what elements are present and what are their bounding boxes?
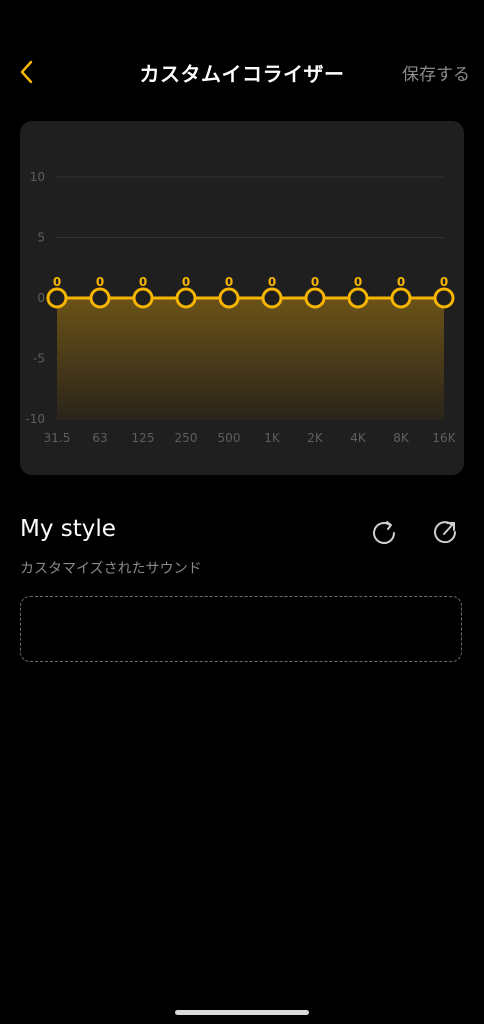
band-value-label: 0 xyxy=(440,275,448,289)
save-button[interactable]: 保存する xyxy=(402,60,470,85)
y-tick-label: 5 xyxy=(37,231,45,245)
equalizer-chart-svg: 1050-5-100 0 0 0 0 0 0 0 0 031.5 63 125 250 500 1K 2K 4K… xyxy=(25,170,456,445)
band-handle xyxy=(46,287,68,309)
equalizer-area xyxy=(57,298,444,419)
reset-button[interactable] xyxy=(370,518,400,548)
band-handle xyxy=(89,287,111,309)
y-tick-label: -10 xyxy=(25,412,45,426)
band-handle xyxy=(304,287,326,309)
x-tick-label: 2K xyxy=(307,431,324,445)
add-preset-slot[interactable] xyxy=(20,596,462,662)
band-handle xyxy=(433,287,455,309)
equalizer-chart: 10 5 0 -5 -10 0 0 0 0 0 0 0 0 0 0 31.5 63 125 250 500 1K 2K 4K… xyxy=(20,121,464,475)
header: カスタムイコライザー 保存する xyxy=(0,40,484,104)
band-handle xyxy=(347,287,369,309)
x-tick-label: 125 xyxy=(132,431,155,445)
band-value-label: 0 xyxy=(225,275,233,289)
band-value-label: 0 xyxy=(139,275,147,289)
band-handle xyxy=(261,287,283,309)
band-handle xyxy=(218,287,240,309)
band-handle xyxy=(175,287,197,309)
share-button[interactable] xyxy=(430,518,460,548)
reset-icon xyxy=(373,521,395,544)
x-tick-label: 4K xyxy=(350,431,367,445)
x-tick-label: 8K xyxy=(393,431,410,445)
band-value-label: 0 xyxy=(53,275,61,289)
x-tick-label: 63 xyxy=(92,431,107,445)
y-tick-label: 0 xyxy=(37,291,45,305)
x-tick-label: 1K xyxy=(264,431,281,445)
x-tick-label: 31.5 xyxy=(44,431,71,445)
band-value-label: 0 xyxy=(96,275,104,289)
y-tick-label: 10 xyxy=(30,170,45,184)
band-handle xyxy=(390,287,412,309)
x-tick-label: 16K xyxy=(432,431,456,445)
x-tick-label: 500 xyxy=(218,431,241,445)
band-value-label: 0 xyxy=(182,275,190,289)
share-icon xyxy=(434,521,457,544)
y-tick-label: -5 xyxy=(33,352,45,366)
preset-subtitle: カスタマイズされたサウンド xyxy=(20,561,202,577)
band-value-label: 0 xyxy=(397,275,405,289)
band-value-label: 0 xyxy=(311,275,319,289)
band-handle xyxy=(132,287,154,309)
x-tick-label: 250 xyxy=(175,431,198,445)
band-value-label: 0 xyxy=(354,275,362,289)
band-value-label: 0 xyxy=(268,275,276,289)
preset-name: My style xyxy=(20,516,116,542)
home-indicator[interactable] xyxy=(175,1010,309,1015)
